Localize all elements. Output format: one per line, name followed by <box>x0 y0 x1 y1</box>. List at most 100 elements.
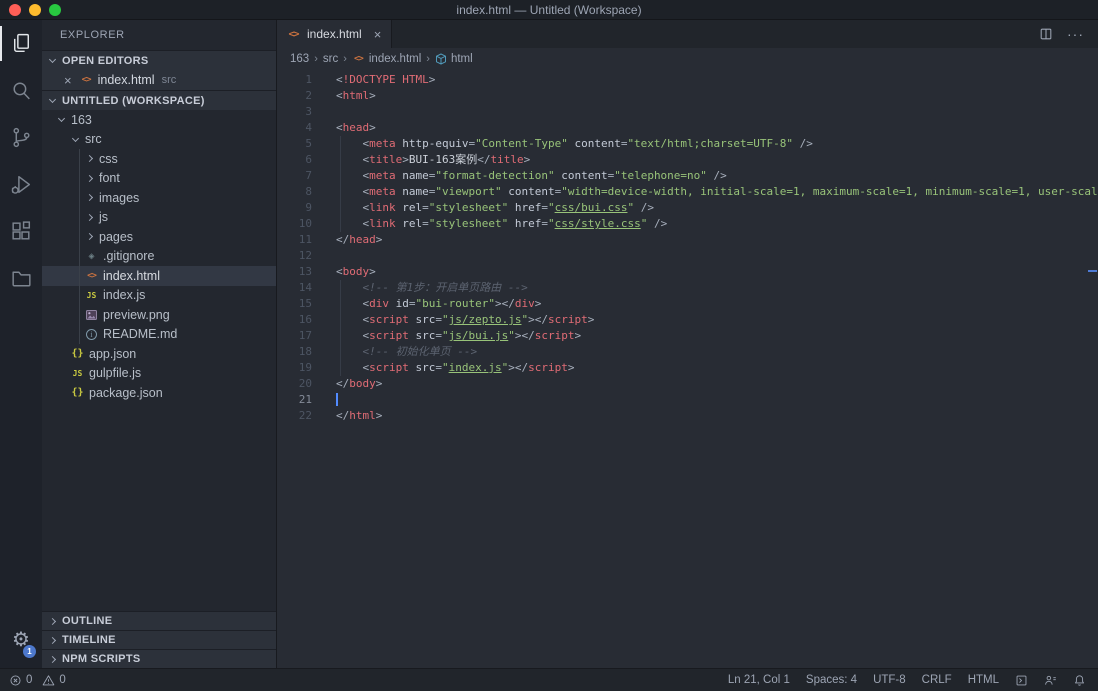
tree-item-app-json[interactable]: {}app.json <box>42 344 276 364</box>
project-folder-icon[interactable] <box>0 255 42 302</box>
status-ln-21-col-1[interactable]: Ln 21, Col 1 <box>728 674 790 686</box>
status-crlf[interactable]: CRLF <box>922 674 952 686</box>
tree-item-preview-png[interactable]: preview.png <box>42 305 276 325</box>
section-header-outline[interactable]: OUTLINE <box>42 611 276 630</box>
tree-item-label: pages <box>99 230 133 244</box>
run-and-debug-icon[interactable] <box>0 161 42 208</box>
title-bar: index.html — Untitled (Workspace) <box>0 0 1098 20</box>
code-line-10[interactable]: 10 <link rel="stylesheet" href="css/styl… <box>277 216 1098 232</box>
tab-bar: <> index.html × ··· <box>277 20 1098 48</box>
code-line-13[interactable]: 13<body> <box>277 264 1098 280</box>
code-line-5[interactable]: 5 <meta http-equiv="Content-Type" conten… <box>277 136 1098 152</box>
code-line-17[interactable]: 17 <script src="js/bui.js"></script> <box>277 328 1098 344</box>
line-number: 2 <box>277 88 312 104</box>
source-control-icon[interactable] <box>0 114 42 161</box>
tree-item-js[interactable]: js <box>42 208 276 228</box>
image-file-icon <box>84 308 99 322</box>
tree-item-src[interactable]: src <box>42 130 276 150</box>
breadcrumb-separator: › <box>314 53 318 65</box>
extensions-icon[interactable] <box>0 208 42 255</box>
explorer-icon[interactable] <box>0 20 42 67</box>
workspace-header[interactable]: UNTITLED (WORKSPACE) <box>42 90 276 110</box>
open-editors-header[interactable]: OPEN EDITORS <box>42 50 276 70</box>
open-editor-item[interactable]: × <> index.html src <box>42 70 276 90</box>
breadcrumb: 163›src›<>index.html›html <box>277 48 1098 70</box>
chevron-down-icon <box>72 135 79 142</box>
search-icon[interactable] <box>0 67 42 114</box>
tree-item-pages[interactable]: pages <box>42 227 276 247</box>
code-line-20[interactable]: 20</body> <box>277 376 1098 392</box>
code-line-3[interactable]: 3 <box>277 104 1098 120</box>
more-actions-icon[interactable]: ··· <box>1067 26 1084 42</box>
code-line-4[interactable]: 4<head> <box>277 120 1098 136</box>
line-number: 10 <box>277 216 312 232</box>
code-line-8[interactable]: 8 <meta name="viewport" content="width=d… <box>277 184 1098 200</box>
bell-icon[interactable] <box>1073 674 1086 687</box>
line-number: 12 <box>277 248 312 264</box>
problems-indicator[interactable]: 0 0 <box>9 674 66 687</box>
tree-item-gulpfile-js[interactable]: JSgulpfile.js <box>42 364 276 384</box>
tree-item-gitignore[interactable]: ◈.gitignore <box>42 247 276 267</box>
code-line-16[interactable]: 16 <script src="js/zepto.js"></script> <box>277 312 1098 328</box>
tab-index-html[interactable]: <> index.html × <box>277 20 392 48</box>
code-line-15[interactable]: 15 <div id="bui-router"></div> <box>277 296 1098 312</box>
section-header-timeline[interactable]: TIMELINE <box>42 630 276 649</box>
status-spaces-4[interactable]: Spaces: 4 <box>806 674 857 686</box>
tree-item-font[interactable]: font <box>42 169 276 189</box>
chevron-down-icon <box>49 56 56 63</box>
line-number: 21 <box>277 392 312 408</box>
breadcrumb-src[interactable]: src <box>323 53 338 65</box>
chevron-right-icon <box>49 636 56 643</box>
breadcrumb-163[interactable]: 163 <box>290 53 309 65</box>
tree-item-label: font <box>99 171 120 185</box>
tree-item-label: css <box>99 152 118 166</box>
close-icon[interactable]: × <box>64 73 72 88</box>
line-number: 19 <box>277 360 312 376</box>
split-editor-icon[interactable] <box>1039 27 1053 41</box>
code-line-1[interactable]: 1<!DOCTYPE HTML> <box>277 72 1098 88</box>
tree-item-package-json[interactable]: {}package.json <box>42 383 276 403</box>
line-number: 11 <box>277 232 312 248</box>
preview-icon[interactable] <box>1015 674 1028 687</box>
code-line-11[interactable]: 11</head> <box>277 232 1098 248</box>
gitignore-file-icon: ◈ <box>84 249 99 263</box>
json-file-icon: {} <box>70 386 85 400</box>
tree-item-css[interactable]: css <box>42 149 276 169</box>
code-line-2[interactable]: 2<html> <box>277 88 1098 104</box>
manage-gear-icon[interactable]: ⚙ 1 <box>0 620 42 660</box>
code-line-22[interactable]: 22</html> <box>277 408 1098 424</box>
tree-item-label: images <box>99 191 139 205</box>
code-line-7[interactable]: 7 <meta name="format-detection" content=… <box>277 168 1098 184</box>
tree-item-readme-md[interactable]: iREADME.md <box>42 325 276 345</box>
sidebar-title: EXPLORER <box>42 20 276 50</box>
tree-item-label: index.html <box>103 269 160 283</box>
html-file-icon: <> <box>286 27 301 41</box>
tab-close-icon[interactable]: × <box>374 27 382 42</box>
code-line-21[interactable]: 21 <box>277 392 1098 408</box>
tree-item-163[interactable]: 163 <box>42 110 276 130</box>
code-line-9[interactable]: 9 <link rel="stylesheet" href="css/bui.c… <box>277 200 1098 216</box>
code-editor[interactable]: 1<!DOCTYPE HTML>2<html>34<head>5 <meta h… <box>277 70 1098 668</box>
tree-item-index-html[interactable]: <> index.html <box>42 266 276 286</box>
status-utf-8[interactable]: UTF-8 <box>873 674 906 686</box>
chevron-right-icon <box>86 214 93 221</box>
code-line-6[interactable]: 6 <title>BUI-163案例</title> <box>277 152 1098 168</box>
warning-count: 0 <box>59 674 65 686</box>
feedback-icon[interactable] <box>1044 674 1057 687</box>
code-line-12[interactable]: 12 <box>277 248 1098 264</box>
section-header-npm-scripts[interactable]: NPM SCRIPTS <box>42 649 276 668</box>
tree-item-index-js[interactable]: JSindex.js <box>42 286 276 306</box>
file-tree: 163src css font images js pages ◈.gitignore <> i… <box>42 110 276 403</box>
breadcrumb-html[interactable]: html <box>435 53 473 65</box>
activity-bar: ⚙ 1 <box>0 20 42 668</box>
html-file-icon: <> <box>84 269 99 283</box>
line-number: 13 <box>277 264 312 280</box>
breadcrumb-index-html[interactable]: <>index.html <box>352 52 421 66</box>
code-line-18[interactable]: 18 <!-- 初始化单页 --> <box>277 344 1098 360</box>
tree-item-images[interactable]: images <box>42 188 276 208</box>
html-file-icon: <> <box>352 52 365 66</box>
code-line-14[interactable]: 14 <!-- 第1步：开启单页路由 --> <box>277 280 1098 296</box>
js-file-icon: JS <box>84 288 99 302</box>
code-line-19[interactable]: 19 <script src="index.js"></script> <box>277 360 1098 376</box>
status-html[interactable]: HTML <box>968 674 999 686</box>
